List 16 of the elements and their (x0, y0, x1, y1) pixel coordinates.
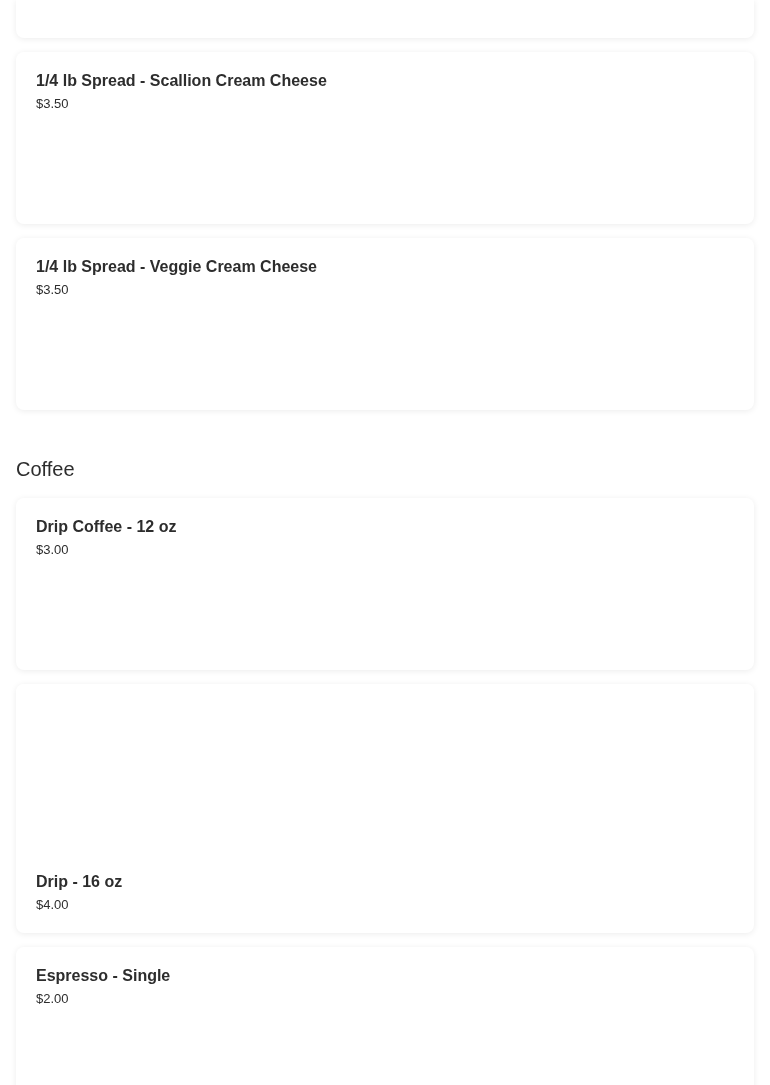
menu-item-card[interactable]: Espresso - Single $2.00 (16, 947, 754, 1085)
item-name: Drip Coffee - 12 oz (36, 517, 178, 537)
item-price: $4.00 (36, 897, 70, 913)
item-name: 1/4 lb Spread - Scallion Cream Cheese (36, 71, 328, 91)
menu-item-card[interactable]: Drip - 16 oz $4.00 (16, 684, 754, 933)
section-heading: Coffee (16, 457, 76, 482)
menu-item-card[interactable]: 1/4 lb Spread - Veggie Cream Cheese $3.50 (16, 238, 754, 410)
item-name: Drip - 16 oz (36, 872, 124, 892)
menu-item-card[interactable]: 1/4 lb Spread - Scallion Cream Cheese $3.50 (16, 52, 754, 224)
item-name: Espresso - Single (36, 966, 172, 986)
item-price: $3.00 (36, 542, 70, 558)
item-price: $3.50 (36, 96, 70, 112)
item-price: $2.00 (36, 991, 70, 1007)
menu-item-card[interactable]: Drip Coffee - 12 oz $3.00 (16, 498, 754, 670)
item-name: 1/4 lb Spread - Veggie Cream Cheese (36, 257, 318, 277)
item-price: $3.50 (36, 282, 70, 298)
